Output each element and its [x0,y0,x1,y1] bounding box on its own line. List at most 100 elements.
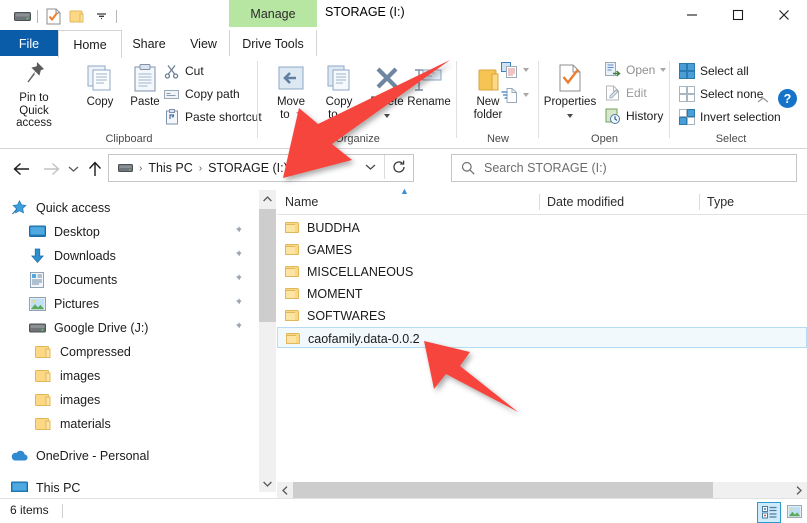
select-all-button[interactable]: Select all [678,60,749,82]
contextual-tab-header-manage: Manage [229,0,317,27]
new-item-caret-icon[interactable] [523,68,529,72]
move-to-label: Move to [277,96,305,121]
tab-view[interactable]: View [178,30,229,57]
search-input[interactable]: Search STORAGE (I:) [484,161,607,175]
properties-icon[interactable] [41,5,65,27]
file-list-horizontal-scrollbar[interactable] [277,482,807,498]
navigation-pane-scrollbar[interactable] [259,190,276,492]
cut-button[interactable]: Cut [163,60,204,82]
sidebar-item-materials[interactable]: materials [0,412,262,436]
tab-home[interactable]: Home [58,30,122,58]
move-to-caret-icon[interactable] [296,112,302,116]
table-row[interactable]: MISCELLANEOUS 07-Aug-22 11:51 PM File fo… [277,261,807,282]
back-button[interactable] [8,157,34,181]
tab-drive-tools[interactable]: Drive Tools [229,30,317,57]
address-dropdown-button[interactable] [357,155,383,179]
sidebar-item-this-pc[interactable]: This PC [0,476,262,492]
copy-to-icon [324,59,354,93]
scroll-down-arrow-icon[interactable] [259,475,276,492]
copy-to-label: Copy to [326,96,353,121]
copy-to-caret-icon[interactable] [344,112,350,116]
drive-icon[interactable] [10,5,34,27]
invert-selection-button[interactable]: Invert selection [678,106,781,128]
paste-shortcut-button[interactable]: Paste shortcut [163,106,262,128]
scrollbar-thumb[interactable] [259,209,276,322]
table-row[interactable]: MOMENT 22-May-22 7:32 AM File folder [277,283,807,304]
rename-button[interactable]: Rename [401,59,457,127]
properties-caret-icon[interactable] [567,114,573,118]
sidebar-item-compressed[interactable]: Compressed [0,340,262,364]
copy-path-button[interactable]: Copy path [163,83,240,105]
pin-to-quick-access-button[interactable]: Pin to Quick access [6,59,62,127]
collapse-ribbon-button[interactable] [755,92,771,108]
sidebar-item-onedrive[interactable]: OneDrive - Personal [0,444,262,468]
easy-access-caret-icon[interactable] [523,93,529,97]
close-button[interactable] [761,0,807,30]
column-header-name[interactable]: Name ▲ [277,190,539,214]
edit-button[interactable]: Edit [604,82,647,104]
ribbon: Pin to Quick access Copy [0,56,807,149]
search-box[interactable]: Search STORAGE (I:) [451,154,797,182]
table-row[interactable]: BUDDHA 06-Feb-22 10:15 PM File folder [277,217,807,238]
address-drive-icon [118,163,133,174]
pin-icon[interactable] [230,224,244,238]
maximize-button[interactable] [715,0,761,30]
group-label-select: Select [670,133,792,145]
sidebar-item-quick-access[interactable]: Quick access [0,196,262,220]
tab-file[interactable]: File [0,30,58,57]
sidebar-label: images [60,369,100,383]
sidebar-item-pictures[interactable]: Pictures [0,292,262,316]
folder-icon [34,343,52,361]
table-row[interactable]: GAMES 22-Sep-22 10:21 PM File folder [277,239,807,260]
up-button[interactable] [82,157,108,181]
large-icons-view-button[interactable] [783,502,805,521]
refresh-button[interactable] [384,155,413,179]
sidebar-label: Documents [54,273,117,287]
recent-locations-button[interactable] [64,157,82,181]
pin-icon[interactable] [230,296,244,310]
column-header-date-modified[interactable]: Date modified [539,190,699,214]
scroll-left-arrow-icon[interactable] [277,482,293,498]
pin-icon[interactable] [230,320,244,334]
delete-caret-icon[interactable] [384,114,390,118]
column-header-type[interactable]: Type [699,190,807,214]
drive-icon [28,319,46,337]
scroll-up-arrow-icon[interactable] [259,190,276,207]
new-folder-icon[interactable] [65,5,89,27]
table-row[interactable]: caofamily.data-0.0.2 01-Oct-22 6:15 PM F… [277,327,807,348]
breadcrumb-item-storage[interactable]: STORAGE (I:) [208,161,288,175]
sidebar-item-desktop[interactable]: Desktop [0,220,262,244]
pin-icon[interactable] [230,272,244,286]
properties-label: Properties [544,96,596,121]
file-name-cell: MISCELLANEOUS [285,261,413,282]
scroll-right-arrow-icon[interactable] [791,482,807,498]
scrollbar-thumb[interactable] [293,482,713,498]
properties-button[interactable]: Properties [542,59,598,127]
details-view-button[interactable] [757,502,781,523]
easy-access-button[interactable] [501,84,529,106]
sidebar-label: Quick access [36,201,110,215]
help-button[interactable]: ? [778,89,797,108]
sidebar-item-images-2[interactable]: images [0,388,262,412]
tab-share[interactable]: Share [120,30,178,57]
quick-access-toolbar [10,5,120,27]
new-item-button[interactable] [501,59,529,81]
folder-icon [286,332,301,345]
open-caret-icon[interactable] [660,68,666,72]
sidebar-item-images-1[interactable]: images [0,364,262,388]
invert-selection-label: Invert selection [700,110,781,124]
pin-icon[interactable] [230,248,244,262]
select-none-label: Select none [700,87,763,101]
sidebar-item-documents[interactable]: Documents [0,268,262,292]
address-bar[interactable]: › This PC › STORAGE (I:) [108,154,414,182]
status-bar: 6 items [0,498,807,523]
history-button[interactable]: History [604,105,663,127]
sidebar-item-google-drive[interactable]: Google Drive (J:) [0,316,262,340]
minimize-button[interactable] [669,0,715,30]
select-none-button[interactable]: Select none [678,83,763,105]
open-button[interactable]: Open [604,59,666,81]
sidebar-item-downloads[interactable]: Downloads [0,244,262,268]
customize-chevron-icon[interactable] [89,5,113,27]
table-row[interactable]: SOFTWARES 30-Sep-22 10:51 AM File folder [277,305,807,326]
breadcrumb-item-this-pc[interactable]: This PC [148,161,192,175]
